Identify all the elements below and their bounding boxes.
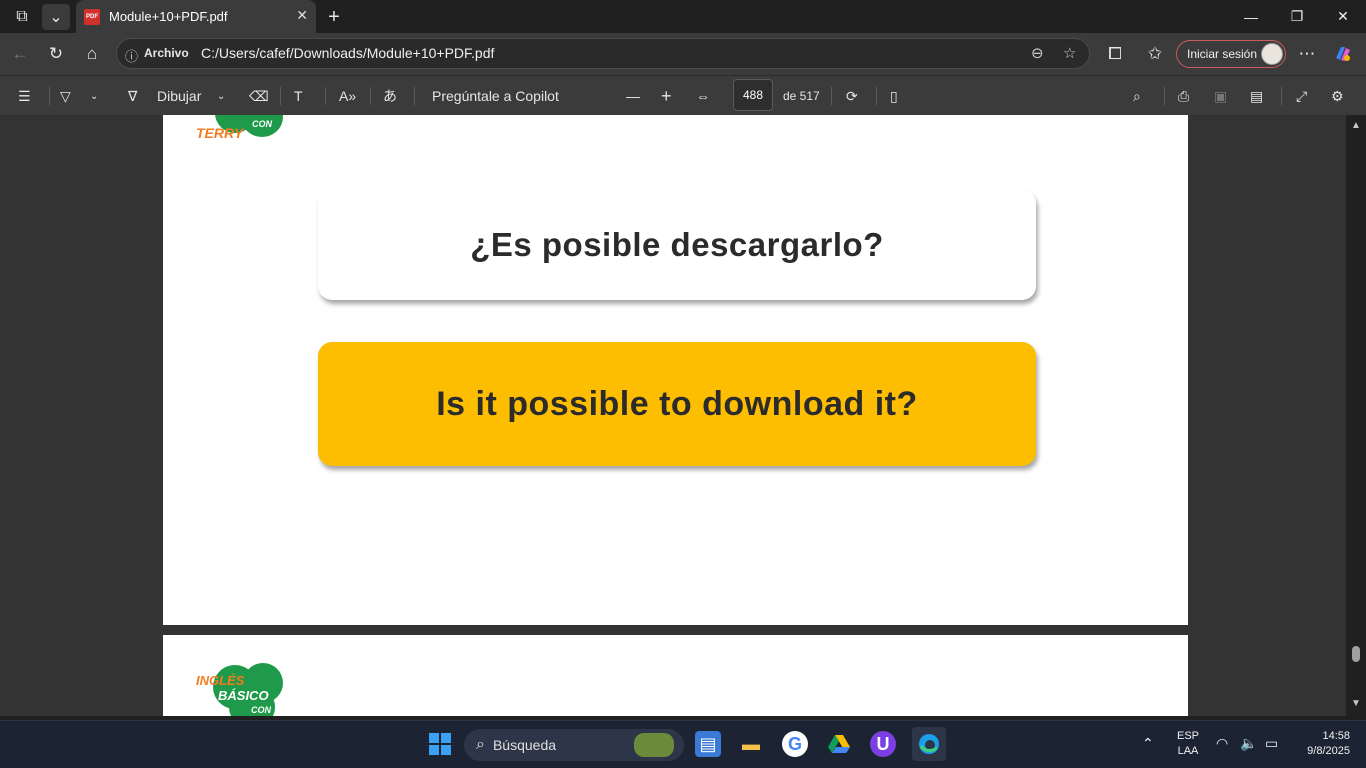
title-bar: ⧉ ⌄ PDF Module+10+PDF.pdf ✕ + — ❐ ✕ (0, 0, 1366, 33)
notepad-icon[interactable]: ▤ (695, 731, 721, 757)
save-as-icon[interactable]: ▤ (1250, 84, 1263, 108)
tab-actions-chevron-icon[interactable]: ⌄ (42, 4, 70, 30)
logo-con-text-2: CON (251, 705, 271, 715)
clock-date: 9/8/2025 (1307, 745, 1350, 757)
address-row: ← ↻ ⌂ ⓘ Archivo C:/Users/cafef/Downloads… (0, 33, 1366, 75)
home-icon[interactable]: ⌂ (77, 40, 107, 68)
avatar (1261, 43, 1283, 65)
more-menu-icon[interactable]: ⋯ (1292, 40, 1322, 68)
extensions-icon[interactable]: ⧠ (1100, 40, 1130, 68)
scroll-down-arrow-icon[interactable]: ▼ (1351, 698, 1361, 709)
language-indicator[interactable]: ESP LAA (1176, 730, 1200, 757)
page-view-icon[interactable]: ▯ (890, 84, 898, 108)
favorite-star-icon[interactable]: ☆ (1063, 44, 1076, 62)
pdf-viewer[interactable]: CON TERRY ¿Es posible descargarlo? Is it… (0, 115, 1366, 716)
copilot-icon[interactable] (1328, 40, 1358, 68)
close-window-button[interactable]: ✕ (1320, 0, 1366, 33)
draw-chevron-icon[interactable]: ⌄ (217, 84, 225, 108)
pdf-toolbar: ☰ ▽ ⌄ ∇ Dibujar ⌄ ⌫ T A» あ Pregúntale a … (0, 75, 1366, 115)
zoom-out-icon[interactable]: ⊖ (1031, 44, 1044, 62)
search-placeholder: Búsqueda (492, 737, 557, 753)
back-arrow-icon[interactable]: ← (5, 40, 35, 68)
restore-button[interactable]: ❐ (1274, 0, 1320, 33)
taskbar-search[interactable]: ⌕ Búsqueda (464, 729, 684, 761)
search-icon: ⌕ (476, 736, 485, 753)
favorites-icon[interactable]: ✩ (1140, 40, 1170, 68)
print-icon[interactable]: ⎙ (1178, 84, 1189, 108)
google-drive-icon[interactable] (826, 731, 852, 757)
settings-gear-icon[interactable]: ⚙ (1331, 84, 1344, 108)
logo-basico-text: BÁSICO (218, 688, 269, 703)
minimize-button[interactable]: — (1228, 0, 1274, 33)
scroll-up-arrow-icon[interactable]: ▲ (1351, 120, 1361, 131)
tab-title: Module+10+PDF.pdf (109, 9, 228, 24)
zoom-in-button[interactable]: + (661, 84, 672, 108)
fit-width-icon[interactable]: ⇔ (696, 84, 710, 108)
battery-icon[interactable]: ▭ (1265, 735, 1278, 752)
page-number-input[interactable]: 488 (733, 79, 773, 111)
logo-terry-text: TERRY (196, 125, 244, 141)
draw-icon[interactable]: ∇ (128, 84, 137, 108)
page-total-label: de 517 (783, 89, 820, 103)
save-icon[interactable]: ▣ (1214, 84, 1227, 108)
spanish-question-card: ¿Es posible descargarlo? (318, 190, 1036, 300)
english-question-card: Is it possible to download it? (318, 342, 1036, 466)
language-code: ESP (1176, 730, 1199, 742)
address-bar[interactable]: ⓘ Archivo C:/Users/cafef/Downloads/Modul… (116, 38, 1090, 69)
show-hidden-icons-chevron[interactable]: ⌃ (1142, 735, 1154, 752)
taskbar: ⌕ Búsqueda ▤ ▬ G U ⌃ ESP LAA ◠ 🔈 ▭ 14:58… (0, 720, 1366, 768)
signin-label: Iniciar sesión (1187, 47, 1258, 61)
text-box-icon[interactable]: T (294, 84, 303, 108)
clock[interactable]: 14:58 9/8/2025 (1296, 730, 1350, 757)
site-label: Archivo (144, 46, 189, 60)
fullscreen-icon[interactable]: ⤢ (1296, 84, 1307, 108)
zoom-out-button[interactable]: — (626, 84, 640, 108)
edge-icon[interactable] (912, 727, 946, 761)
pdf-file-icon: PDF (84, 8, 100, 25)
windows-start-icon[interactable] (427, 731, 453, 757)
highlight-icon[interactable]: ▽ (60, 84, 71, 108)
volume-icon[interactable]: 🔈 (1240, 735, 1257, 752)
google-icon[interactable]: G (782, 731, 808, 757)
logo-con-text: CON (252, 119, 272, 129)
keyboard-layout: LAA (1177, 745, 1199, 757)
highlight-chevron-icon[interactable]: ⌄ (90, 84, 98, 108)
clock-time: 14:58 (1322, 730, 1350, 742)
rotate-icon[interactable]: ⟳ (846, 84, 858, 108)
workspaces-icon[interactable]: ⧉ (8, 4, 36, 30)
ask-copilot-button[interactable]: Pregúntale a Copilot (432, 84, 559, 108)
search-highlight-icon (634, 733, 674, 757)
eraser-icon[interactable]: ⌫ (249, 84, 269, 108)
info-icon[interactable]: ⓘ (125, 46, 138, 65)
contents-list-icon[interactable]: ☰ (18, 84, 31, 108)
new-tab-icon[interactable]: + (320, 4, 348, 30)
logo-ingles-text: INGLÉS (196, 673, 245, 688)
search-icon[interactable]: ⌕ (1133, 84, 1141, 108)
signin-button[interactable]: Iniciar sesión (1176, 40, 1286, 68)
wifi-icon[interactable]: ◠ (1216, 735, 1228, 752)
read-aloud-icon[interactable]: A» (339, 84, 356, 108)
scrollbar-thumb[interactable] (1352, 646, 1360, 662)
vertical-scrollbar[interactable]: ▲ ▼ (1346, 115, 1366, 716)
pdf-page-next: INGLÉS BÁSICO CON (163, 635, 1188, 716)
tab-close-icon[interactable]: ✕ (296, 7, 308, 24)
translate-icon[interactable]: あ (383, 84, 397, 108)
tab-pdf[interactable]: PDF Module+10+PDF.pdf ✕ (76, 0, 316, 33)
url-text[interactable]: C:/Users/cafef/Downloads/Module+10+PDF.p… (201, 45, 494, 61)
refresh-icon[interactable]: ↻ (41, 40, 71, 68)
draw-button[interactable]: Dibujar (157, 84, 201, 108)
pdf-page: CON TERRY ¿Es posible descargarlo? Is it… (163, 115, 1188, 625)
file-explorer-icon[interactable]: ▬ (738, 731, 764, 757)
app-u-icon[interactable]: U (870, 731, 896, 757)
